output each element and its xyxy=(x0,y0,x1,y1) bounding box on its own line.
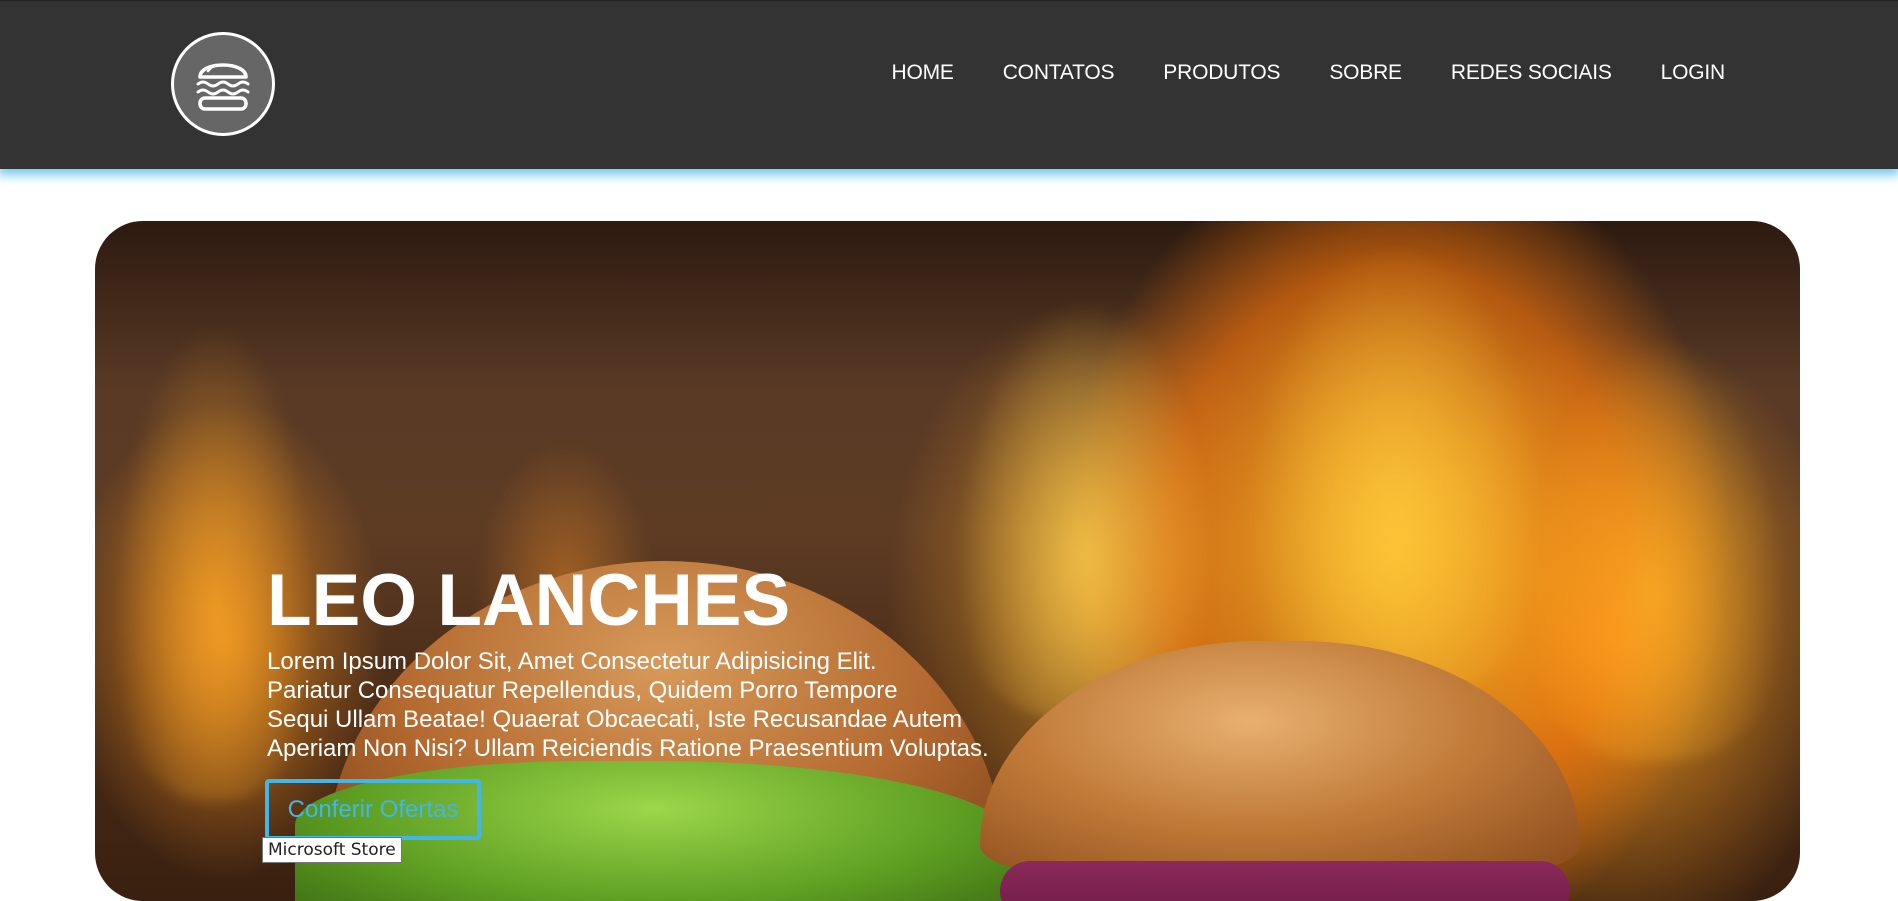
nav-home[interactable]: HOME xyxy=(892,61,954,85)
main-nav: HOME CONTATOS PRODUTOS SOBRE REDES SOCIA… xyxy=(892,61,1726,85)
nav-contatos[interactable]: CONTATOS xyxy=(1003,61,1115,85)
conferir-ofertas-button[interactable]: Conferir Ofertas xyxy=(265,779,481,840)
site-header: HOME CONTATOS PRODUTOS SOBRE REDES SOCIA… xyxy=(0,0,1898,169)
hero-title: LEO LANCHES xyxy=(267,560,791,641)
burger-icon xyxy=(196,63,250,111)
nav-login[interactable]: LOGIN xyxy=(1661,61,1726,85)
hero-content: LEO LANCHES Lorem Ipsum Dolor Sit, Amet … xyxy=(267,560,1067,763)
nav-redes-sociais[interactable]: REDES SOCIAIS xyxy=(1451,61,1612,85)
hero-description: Lorem Ipsum Dolor Sit, Amet Consectetur … xyxy=(267,648,989,762)
tooltip: Microsoft Store xyxy=(262,837,402,863)
logo[interactable] xyxy=(171,32,275,136)
nav-sobre[interactable]: SOBRE xyxy=(1329,61,1402,85)
nav-produtos[interactable]: PRODUTOS xyxy=(1163,61,1280,85)
